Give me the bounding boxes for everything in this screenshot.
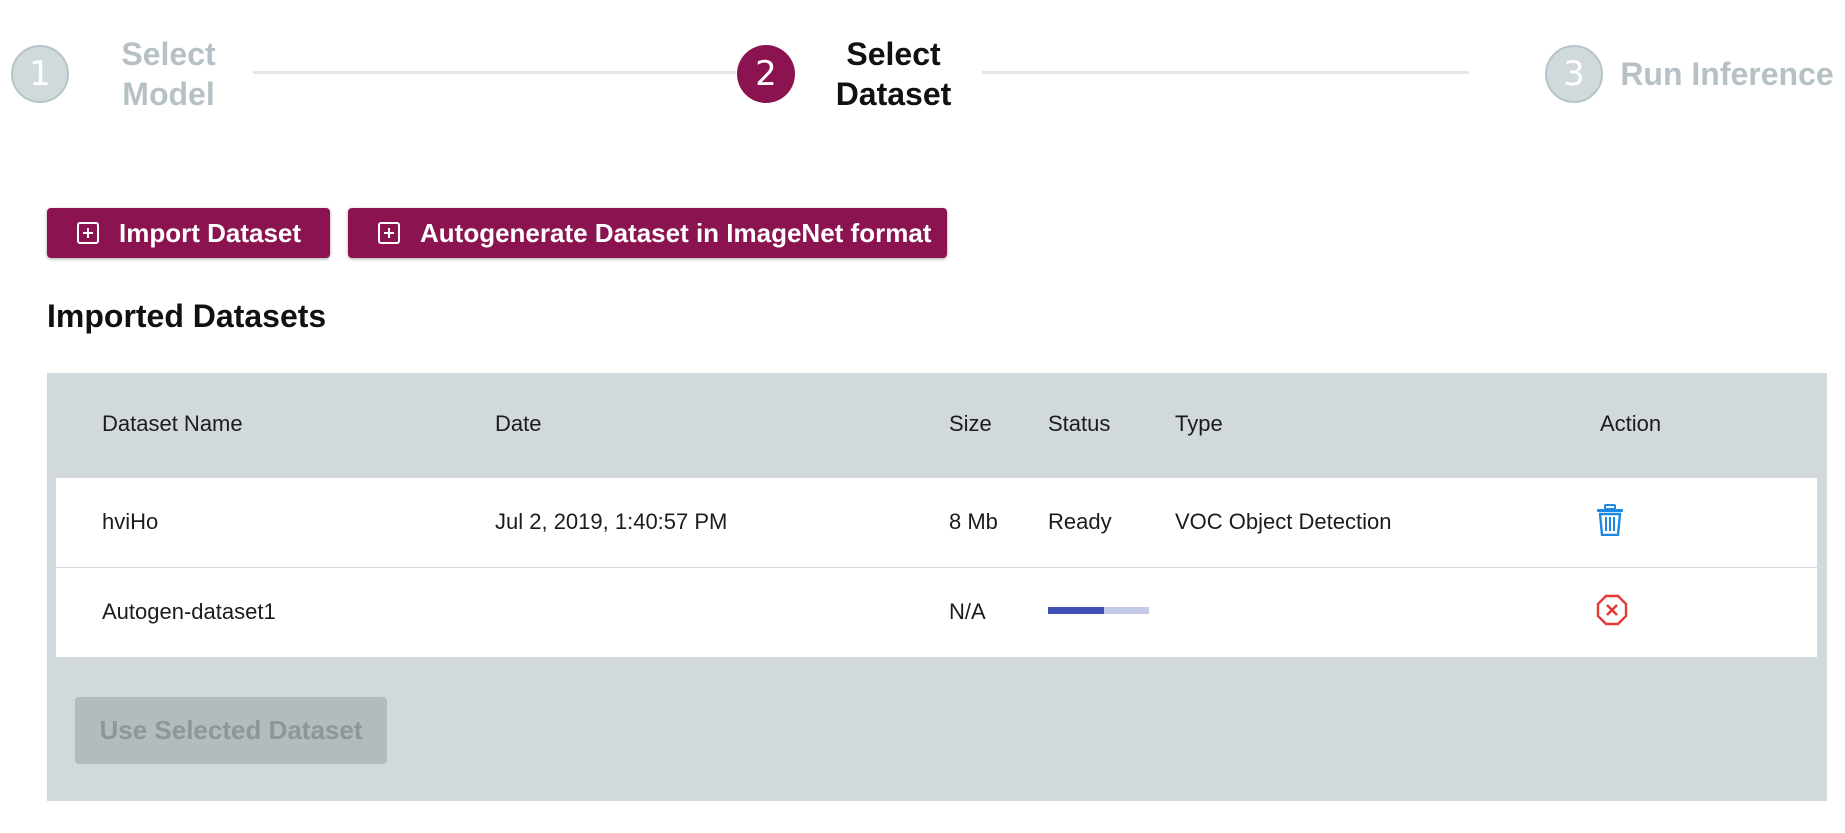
step-2-label[interactable]: Select Dataset [826,34,961,114]
step-3-label-line1: Run Inference [1620,56,1834,92]
header-size[interactable]: Size [949,411,992,437]
table-row[interactable]: Autogen-dataset1 N/A [56,567,1817,657]
stepper: 1 Select Model 2 Select Dataset 3 Run In… [0,0,1845,150]
header-action: Action [1600,411,1662,436]
import-progress-fill [1048,607,1104,614]
plus-square-icon [378,222,400,244]
use-selected-dataset-button[interactable]: Use Selected Dataset [75,697,387,764]
cell-dataset-name: Autogen-dataset1 [102,599,276,624]
step-2-label-line2: Dataset [835,76,952,112]
autogenerate-dataset-button[interactable]: Autogenerate Dataset in ImageNet format [348,208,947,258]
table-header: Dataset Name Date Size Status Type Actio… [47,373,1827,477]
header-dataset-name[interactable]: Dataset Name [102,411,243,437]
step-3-circle[interactable]: 3 [1545,45,1603,103]
step-1-label-line2: Model [122,76,215,112]
step-1-label-line1: Select [121,36,216,72]
step-1-label[interactable]: Select Model [116,34,221,114]
step-1-circle[interactable]: 1 [11,45,69,103]
header-type[interactable]: Type [1175,411,1223,437]
cell-size: N/A [949,599,986,624]
header-status[interactable]: Status [1048,411,1110,437]
cell-date: Jul 2, 2019, 1:40:57 PM [495,509,728,534]
import-dataset-label: Import Dataset [119,217,302,248]
cell-status: Ready [1048,509,1112,534]
datasets-panel: Dataset Name Date Size Status Type Actio… [47,373,1827,801]
import-dataset-button[interactable]: Import Dataset [47,208,330,258]
import-progress-bar [1048,607,1149,614]
trash-icon[interactable] [1596,504,1624,536]
table-row[interactable]: hviHo Jul 2, 2019, 1:40:57 PM 8 Mb Ready… [56,477,1817,567]
step-2-label-line1: Select [846,36,941,72]
step-connector-1 [253,71,736,74]
cancel-icon[interactable] [1596,594,1628,626]
autogenerate-dataset-label: Autogenerate Dataset in ImageNet format [420,217,932,248]
cell-dataset-name: hviHo [102,509,159,534]
step-connector-2 [982,71,1469,74]
header-date[interactable]: Date [495,411,541,437]
plus-square-icon [77,222,99,244]
cell-type: VOC Object Detection [1175,509,1392,534]
step-2-circle[interactable]: 2 [737,45,795,103]
section-title: Imported Datasets [47,298,327,334]
step-3-label[interactable]: Run Inference [1612,54,1842,94]
cell-size: 8 Mb [949,509,998,534]
